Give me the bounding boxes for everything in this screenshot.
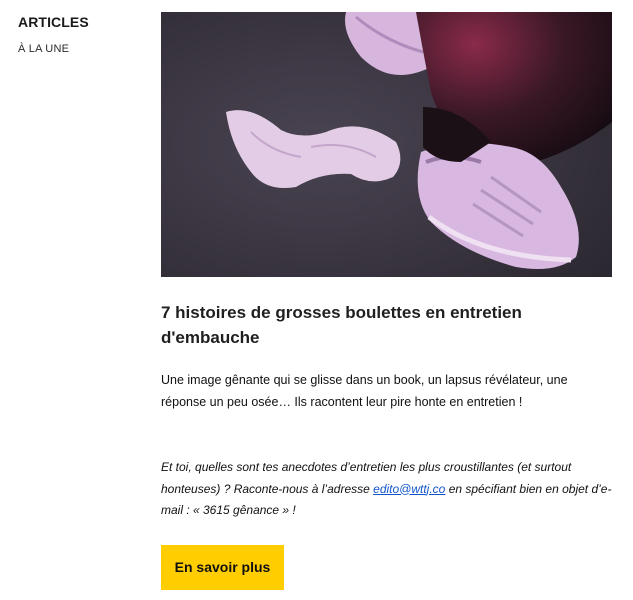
article-intro: Une image gênante qui se glisse dans un … [161, 373, 568, 409]
article-headline[interactable]: 7 histoires de grosses boulettes en entr… [161, 300, 612, 350]
sidebar: ARTICLES À LA UNE [18, 14, 148, 55]
sidebar-title: ARTICLES [18, 14, 89, 30]
email-link[interactable]: edito@wttj.co [373, 482, 445, 496]
article-card: 7 histoires de grosses boulettes en entr… [161, 12, 612, 590]
article-call-to-action: Et toi, quelles sont tes anecdotes d’ent… [161, 457, 612, 522]
article-hero-image[interactable] [161, 12, 612, 277]
read-more-button[interactable]: En savoir plus [161, 544, 284, 590]
sidebar-link-a-la-une[interactable]: À LA UNE [18, 43, 148, 55]
